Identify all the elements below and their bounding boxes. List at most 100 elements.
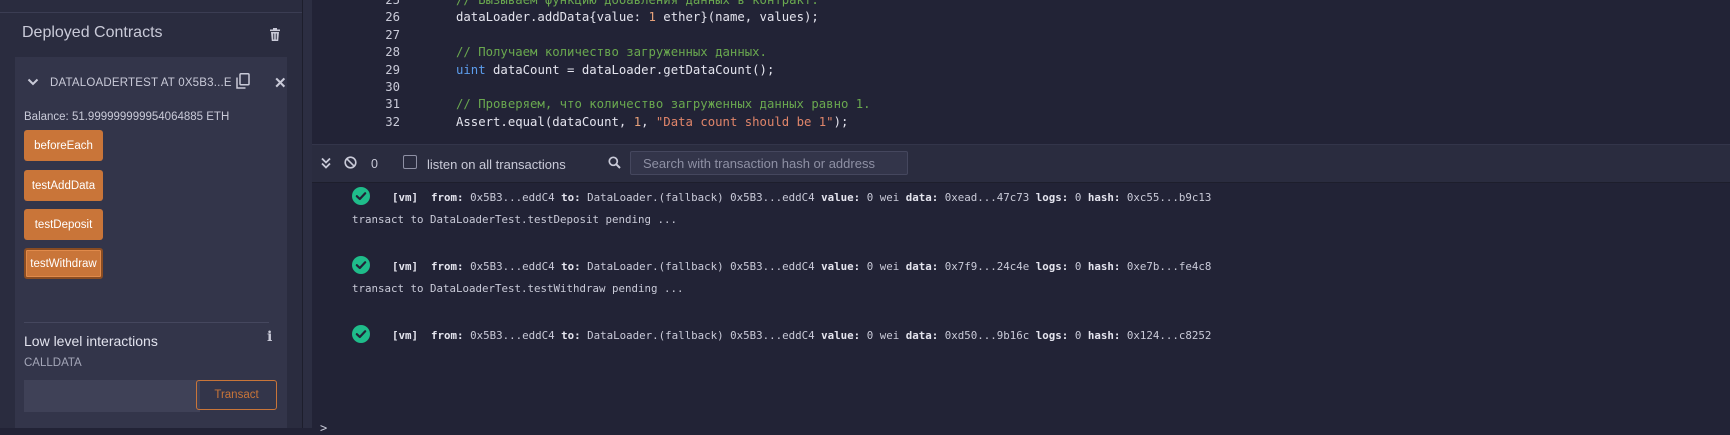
field-label-hash: hash: xyxy=(1087,329,1121,342)
code-line[interactable]: 27 xyxy=(312,28,1730,47)
code-text: uint dataCount = dataLoader.getDataCount… xyxy=(456,63,774,77)
code-token: dataCount = dataLoader.getDataCount(); xyxy=(485,62,775,77)
field-value-from: 0x5B3...eddC4 xyxy=(470,329,555,342)
code-editor[interactable]: 25 // Вызываем функцию добавления данных … xyxy=(312,0,1730,145)
code-token: // Получаем количество загруженных данны… xyxy=(456,45,767,60)
tx-log-entry[interactable]: [vm] from: 0x5B3...eddC4 to: DataLoader.… xyxy=(312,325,1730,345)
code-token: "Data count should be 1" xyxy=(655,114,834,129)
line-number: 29 xyxy=(385,62,400,77)
code-line[interactable]: 31 // Проверяем, что количество загруженн… xyxy=(312,97,1730,116)
tx-search-input[interactable] xyxy=(630,151,908,175)
field-value-data: 0xead...47c73 xyxy=(944,191,1030,204)
block-icon[interactable] xyxy=(344,156,357,174)
listen-checkbox[interactable] xyxy=(403,155,417,169)
transact-button[interactable]: Transact xyxy=(196,380,277,410)
field-value-data: 0xd50...9b16c xyxy=(944,329,1030,342)
field-value-value: 0 wei xyxy=(866,329,900,342)
line-number: 30 xyxy=(385,80,400,94)
field-value-logs: 0 xyxy=(1074,191,1082,204)
code-line[interactable]: 32 Assert.equal(dataCount, 1, "Data count… xyxy=(312,115,1730,134)
code-line[interactable]: 29 uint dataCount = dataLoader.getDataCou… xyxy=(312,63,1730,82)
field-value-hash: 0x124...c8252 xyxy=(1126,329,1212,342)
line-number: 25 xyxy=(385,0,400,7)
field-value-to: DataLoader.(fallback) 0x5B3...eddC4 xyxy=(587,329,815,342)
line-number: 27 xyxy=(385,27,400,42)
pending-tx-message: transact to DataLoaderTest.testWithdraw … xyxy=(352,282,684,295)
code-token: // Вызываем функцию добавления данных в … xyxy=(456,0,819,7)
trash-icon[interactable] xyxy=(269,28,281,46)
code-text: // Получаем количество загруженных данны… xyxy=(456,45,767,59)
contract-balance: Balance: 51.999999999954064885 ETH xyxy=(24,111,230,123)
field-value-to: DataLoader.(fallback) 0x5B3...eddC4 xyxy=(587,191,815,204)
code-token: , xyxy=(641,114,656,129)
field-label-logs: logs: xyxy=(1035,329,1069,342)
info-icon[interactable]: i xyxy=(267,329,272,345)
check-circle-icon xyxy=(352,325,370,346)
code-text: Assert.equal(dataCount, 1, "Data count s… xyxy=(456,115,848,129)
search-icon xyxy=(608,156,621,174)
field-label-data: data: xyxy=(905,191,939,204)
field-value-from: 0x5B3...eddC4 xyxy=(470,191,555,204)
terminal-prompt[interactable]: > xyxy=(320,421,327,435)
vm-tag: [vm] xyxy=(392,191,419,204)
panel-divider xyxy=(0,12,302,13)
field-label-from: from: xyxy=(431,329,464,342)
field-label-value: value: xyxy=(821,329,861,342)
field-label-logs: logs: xyxy=(1035,260,1069,273)
field-label-value: value: xyxy=(821,191,861,204)
panel-title: Deployed Contracts xyxy=(22,24,163,41)
code-line[interactable]: 26 dataLoader.addData{value: 1 ether}(nam… xyxy=(312,10,1730,29)
function-button-testwithdraw[interactable]: testWithdraw xyxy=(24,248,103,279)
field-label-to: to: xyxy=(561,329,581,342)
tx-log-entry[interactable]: [vm] from: 0x5B3...eddC4 to: DataLoader.… xyxy=(312,256,1730,276)
line-number: 26 xyxy=(385,10,400,25)
field-value-hash: 0xc55...b9c13 xyxy=(1126,191,1212,204)
tx-log-entry[interactable]: [vm] from: 0x5B3...eddC4 to: DataLoader.… xyxy=(312,187,1730,207)
field-label-logs: logs: xyxy=(1035,191,1069,204)
contract-header[interactable]: DATALOADERTEST AT 0X5B3...E ✕ xyxy=(15,69,287,99)
tx-log-text: [vm] from: 0x5B3...eddC4 to: DataLoader.… xyxy=(392,191,1218,204)
line-number: 32 xyxy=(385,114,400,129)
listen-label: listen on all transactions xyxy=(427,157,566,172)
field-label-to: to: xyxy=(561,260,581,273)
function-button-testdeposit[interactable]: testDeposit xyxy=(24,209,103,240)
tx-log-text: [vm] from: 0x5B3...eddC4 to: DataLoader.… xyxy=(392,260,1218,273)
field-value-hash: 0xe7b...fe4c8 xyxy=(1126,260,1212,273)
check-circle-icon xyxy=(352,256,370,277)
function-button-beforeeach[interactable]: beforeEach xyxy=(24,130,103,161)
field-label-from: from: xyxy=(431,260,464,273)
calldata-label: CALLDATA xyxy=(24,357,82,369)
chevron-down-icon[interactable] xyxy=(27,75,39,93)
close-icon[interactable]: ✕ xyxy=(274,74,287,92)
code-token: dataLoader.addData{value: xyxy=(456,10,649,25)
code-token: Assert.equal(dataCount, xyxy=(456,114,634,129)
field-label-from: from: xyxy=(431,191,464,204)
function-button-testadddata[interactable]: testAddData xyxy=(24,170,103,201)
code-line[interactable]: 28 // Получаем количество загруженных дан… xyxy=(312,45,1730,64)
code-token: // Проверяем, что количество загруженных… xyxy=(456,97,871,112)
copy-icon[interactable] xyxy=(236,73,250,94)
lowlevel-divider xyxy=(24,322,269,323)
field-value-logs: 0 xyxy=(1074,329,1082,342)
code-text: // Вызываем функцию добавления данных в … xyxy=(456,0,819,7)
field-label-hash: hash: xyxy=(1087,260,1121,273)
code-token: ether}(name, values); xyxy=(655,10,819,25)
code-token: 1 xyxy=(633,114,642,129)
code-text: dataLoader.addData{value: 1 ether}(name,… xyxy=(456,10,819,24)
calldata-input[interactable] xyxy=(24,380,200,412)
contract-name: DATALOADERTEST AT 0X5B3...E xyxy=(50,77,232,89)
field-value-to: DataLoader.(fallback) 0x5B3...eddC4 xyxy=(587,260,815,273)
pending-tx-count: 0 xyxy=(371,157,378,171)
field-label-data: data: xyxy=(905,260,939,273)
code-line[interactable]: 30 xyxy=(312,80,1730,99)
deployed-contracts-panel: Deployed Contracts DATALOADERTEST AT 0X5… xyxy=(0,0,302,428)
field-value-logs: 0 xyxy=(1074,260,1082,273)
double-chevron-down-icon[interactable] xyxy=(320,156,332,174)
field-label-to: to: xyxy=(561,191,581,204)
field-value-data: 0x7f9...24c4e xyxy=(944,260,1030,273)
field-label-value: value: xyxy=(821,260,861,273)
field-label-data: data: xyxy=(905,329,939,342)
code-token: uint xyxy=(456,62,486,77)
lowlevel-title: Low level interactions xyxy=(24,333,158,349)
code-text: // Проверяем, что количество загруженных… xyxy=(456,97,871,111)
